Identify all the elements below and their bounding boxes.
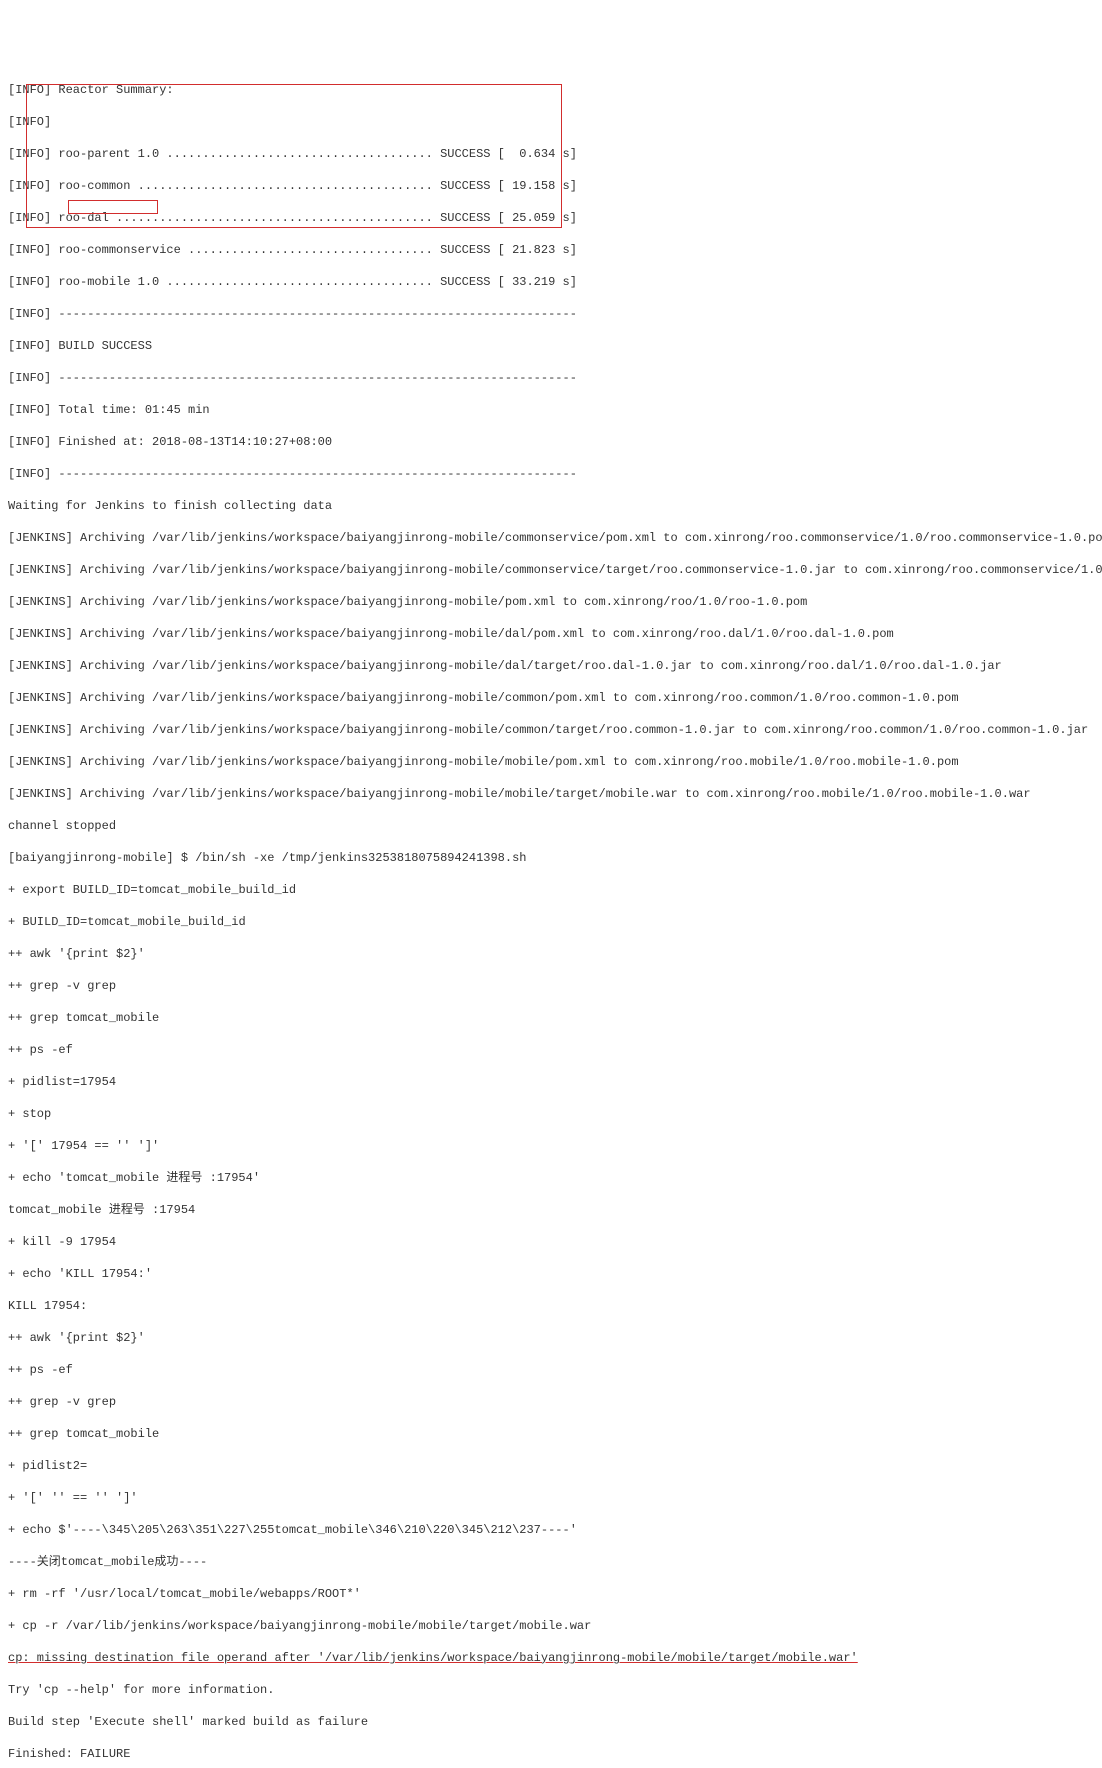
console-output: [INFO] Reactor Summary: [INFO] [INFO] ro… — [8, 66, 1094, 1768]
log-line: ++ grep tomcat_mobile — [8, 1426, 1094, 1442]
log-line: ++ awk '{print $2}' — [8, 1330, 1094, 1346]
log-line: ++ awk '{print $2}' — [8, 946, 1094, 962]
log-line: ++ grep tomcat_mobile — [8, 1010, 1094, 1026]
log-line: [JENKINS] Archiving /var/lib/jenkins/wor… — [8, 626, 1094, 642]
log-line: [INFO] roo-mobile 1.0 ..................… — [8, 274, 1094, 290]
log-line: [INFO] ---------------------------------… — [8, 466, 1094, 482]
finished-line: Finished: FAILURE — [8, 1746, 1094, 1762]
log-line: [JENKINS] Archiving /var/lib/jenkins/wor… — [8, 690, 1094, 706]
log-line: Waiting for Jenkins to finish collecting… — [8, 498, 1094, 514]
log-line: + pidlist2= — [8, 1458, 1094, 1474]
log-line: [INFO] ---------------------------------… — [8, 370, 1094, 386]
log-line: ++ ps -ef — [8, 1362, 1094, 1378]
log-line: + '[' '' == '' ']' — [8, 1490, 1094, 1506]
log-line: channel stopped — [8, 818, 1094, 834]
log-line: [JENKINS] Archiving /var/lib/jenkins/wor… — [8, 722, 1094, 738]
log-line: + kill -9 17954 — [8, 1234, 1094, 1250]
log-line: [JENKINS] Archiving /var/lib/jenkins/wor… — [8, 658, 1094, 674]
log-line: Try 'cp --help' for more information. — [8, 1682, 1094, 1698]
log-line: + echo $'----\345\205\263\351\227\255tom… — [8, 1522, 1094, 1538]
log-line: [JENKINS] Archiving /var/lib/jenkins/wor… — [8, 530, 1094, 546]
log-line: Build step 'Execute shell' marked build … — [8, 1714, 1094, 1730]
log-line: ----关闭tomcat_mobile成功---- — [8, 1554, 1094, 1570]
log-line: [INFO] Total time: 01:45 min — [8, 402, 1094, 418]
log-line: + echo 'KILL 17954:' — [8, 1266, 1094, 1282]
log-line: KILL 17954: — [8, 1298, 1094, 1314]
log-line: ++ grep -v grep — [8, 978, 1094, 994]
build-success-line: [INFO] BUILD SUCCESS — [8, 338, 1094, 354]
log-line: [INFO] Reactor Summary: — [8, 82, 1094, 98]
log-line: [INFO] Finished at: 2018-08-13T14:10:27+… — [8, 434, 1094, 450]
log-line: + echo 'tomcat_mobile 进程号 :17954' — [8, 1170, 1094, 1186]
log-line: ++ grep -v grep — [8, 1394, 1094, 1410]
log-line: ++ ps -ef — [8, 1042, 1094, 1058]
log-line: [JENKINS] Archiving /var/lib/jenkins/wor… — [8, 594, 1094, 610]
log-line: + export BUILD_ID=tomcat_mobile_build_id — [8, 882, 1094, 898]
log-line: [INFO] roo-commonservice ...............… — [8, 242, 1094, 258]
log-line: + cp -r /var/lib/jenkins/workspace/baiya… — [8, 1618, 1094, 1634]
log-line: [INFO] roo-dal .........................… — [8, 210, 1094, 226]
log-line: + '[' 17954 == '' ']' — [8, 1138, 1094, 1154]
log-line: [baiyangjinrong-mobile] $ /bin/sh -xe /t… — [8, 850, 1094, 866]
log-line: [JENKINS] Archiving /var/lib/jenkins/wor… — [8, 754, 1094, 770]
log-line: [INFO] ---------------------------------… — [8, 306, 1094, 322]
log-line: + BUILD_ID=tomcat_mobile_build_id — [8, 914, 1094, 930]
log-line: [JENKINS] Archiving /var/lib/jenkins/wor… — [8, 786, 1094, 802]
cp-error-line: cp: missing destination file operand aft… — [8, 1650, 1094, 1666]
log-line: tomcat_mobile 进程号 :17954 — [8, 1202, 1094, 1218]
log-line: + pidlist=17954 — [8, 1074, 1094, 1090]
log-line: [INFO] — [8, 114, 1094, 130]
log-line: + stop — [8, 1106, 1094, 1122]
log-line: [INFO] roo-common ......................… — [8, 178, 1094, 194]
log-line: + rm -rf '/usr/local/tomcat_mobile/webap… — [8, 1586, 1094, 1602]
log-line: [JENKINS] Archiving /var/lib/jenkins/wor… — [8, 562, 1094, 578]
log-line: [INFO] roo-parent 1.0 ..................… — [8, 146, 1094, 162]
